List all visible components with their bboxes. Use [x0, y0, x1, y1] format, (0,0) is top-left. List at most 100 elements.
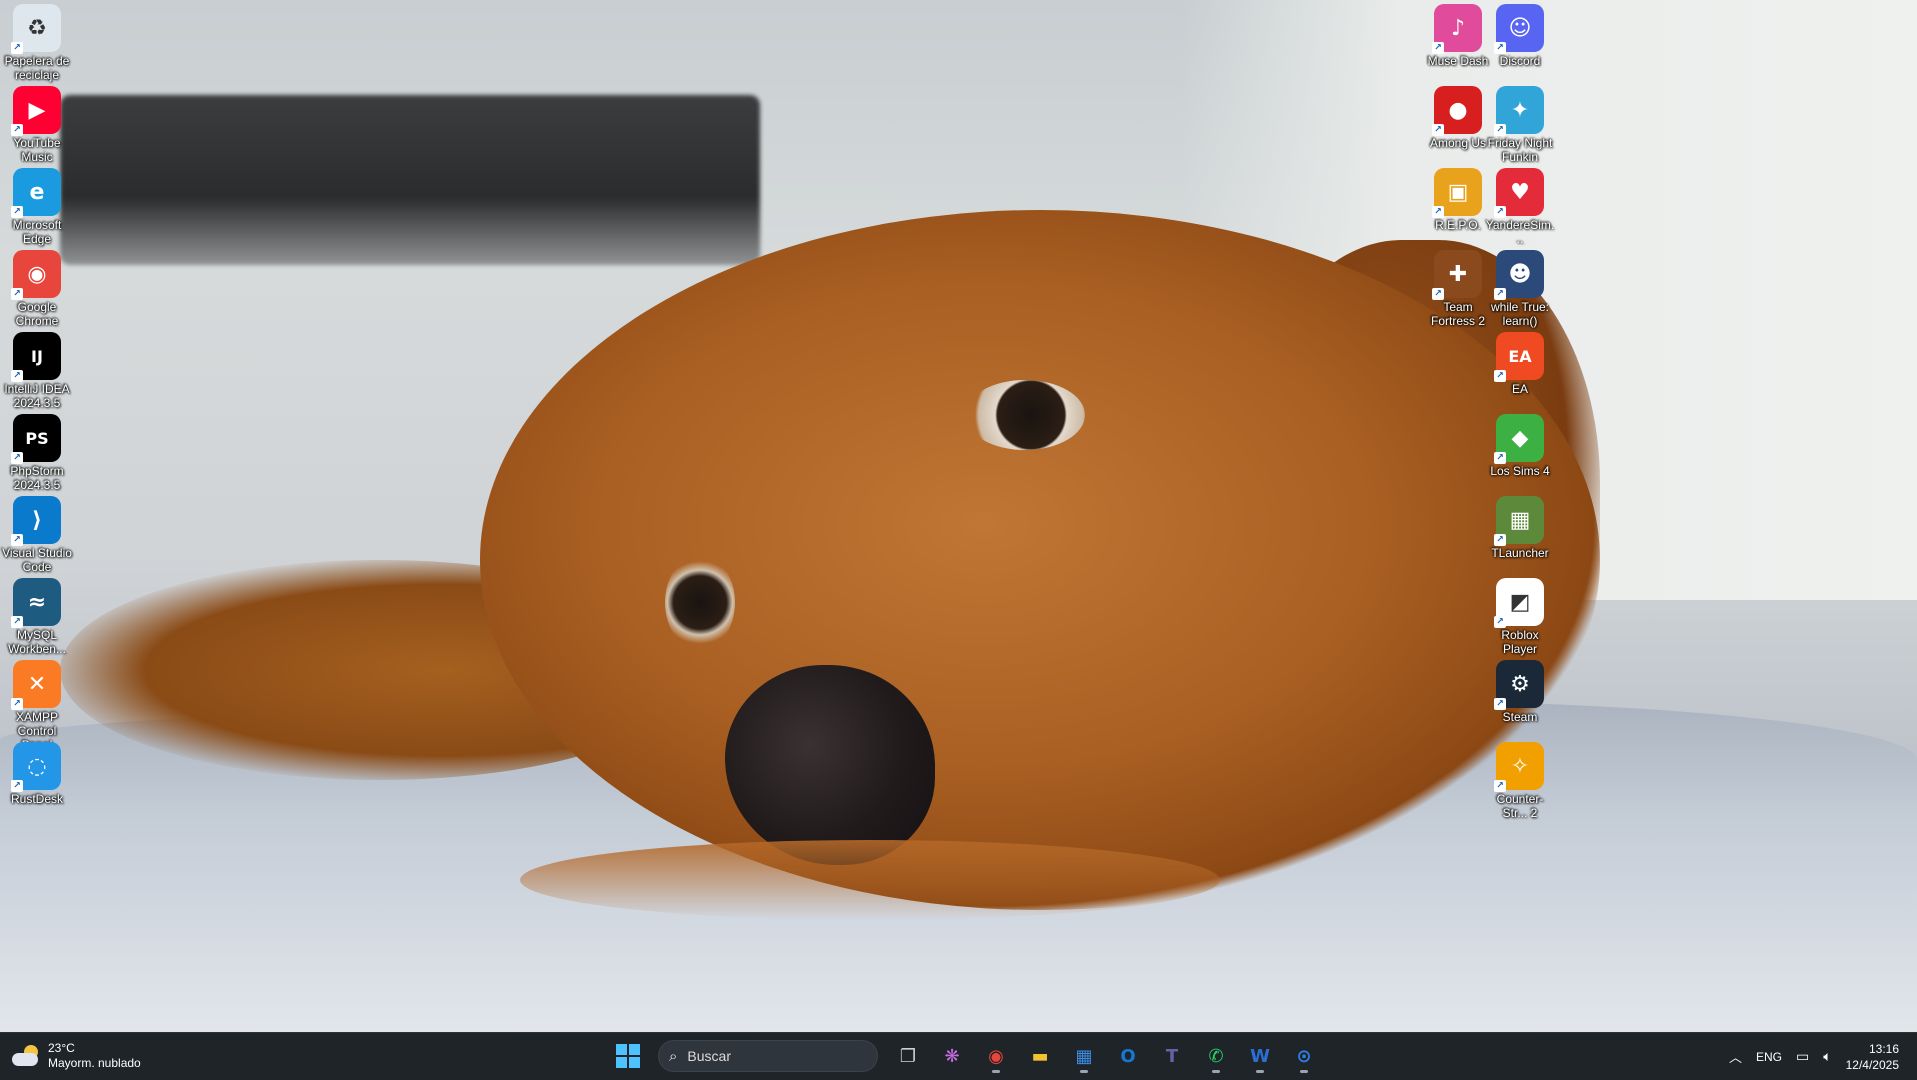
taskbar-app-button[interactable]: ✆ — [1198, 1038, 1234, 1074]
taskbar-app-button[interactable]: W — [1242, 1038, 1278, 1074]
running-indicator — [992, 1070, 1000, 1073]
desktop-shortcut[interactable]: IJ ↗ IntelliJ IDEA 2024.3.5 — [0, 328, 74, 410]
desktop-shortcut-label: while True: learn() — [1490, 300, 1550, 328]
taskbar-app-button[interactable]: ❋ — [934, 1038, 970, 1074]
desktop-shortcut-label: PhpStorm 2024.3.5 — [10, 464, 64, 492]
desktop-shortcut[interactable]: ☺ ↗ Discord — [1483, 0, 1557, 68]
clock-date: 12/4/2025 — [1845, 1057, 1899, 1072]
desktop-shortcut[interactable]: ◌ ↗ RustDesk — [0, 738, 74, 806]
taskbar: 23°C Mayorm. nublado ⌕ ❐ ❋ ◉ ▬ ▦ O T ✆ W ⊙ ︿ ENG … — [0, 1032, 1917, 1080]
network-icon[interactable]: ▭ — [1796, 1049, 1809, 1065]
shortcut-arrow-icon: ↗ — [11, 616, 23, 628]
muse-dash-icon: ♪ ↗ — [1432, 4, 1482, 54]
whatsapp-icon: ✆ — [1208, 1045, 1224, 1067]
chrome-taskbar-icon: ◉ — [988, 1045, 1004, 1067]
shortcut-arrow-icon: ↗ — [11, 698, 23, 710]
desktop-shortcut-label: IntelliJ IDEA 2024.3.5 — [4, 382, 70, 410]
running-indicator — [1256, 1070, 1264, 1073]
taskbar-app-button[interactable]: ◉ — [978, 1038, 1014, 1074]
desktop-shortcut[interactable]: ✧ ↗ Counter-Str... 2 — [1483, 738, 1557, 820]
weather-cloudy-icon — [12, 1045, 40, 1067]
phpstorm-icon: PS ↗ — [11, 414, 61, 464]
desktop-shortcut-label: Steam — [1502, 710, 1538, 724]
copilot-icon: ❋ — [944, 1045, 960, 1067]
discord-icon: ☺ ↗ — [1494, 4, 1544, 54]
desktop-shortcut[interactable]: ≈ ↗ MySQL Workben... — [0, 574, 74, 656]
shortcut-arrow-icon: ↗ — [1494, 288, 1506, 300]
pinned-apps: ❐ ❋ ◉ ▬ ▦ O T ✆ W ⊙ — [890, 1038, 1322, 1074]
weather-widget[interactable]: 23°C Mayorm. nublado — [12, 1041, 141, 1071]
taskbar-app-button[interactable]: O — [1110, 1038, 1146, 1074]
vscode-icon: ⟩ ↗ — [11, 496, 61, 546]
shortcut-arrow-icon: ↗ — [1494, 780, 1506, 792]
search-input[interactable] — [685, 1047, 840, 1065]
desktop-shortcut[interactable]: ♻ ↗ Papelera de reciclaje — [0, 0, 74, 82]
desktop-shortcut-label: Friday Night Funkin — [1487, 136, 1553, 164]
recycle-bin-icon: ♻ ↗ — [11, 4, 61, 54]
desktop-shortcut-label: Roblox Player — [1501, 628, 1539, 656]
desktop-shortcut[interactable]: ✦ ↗ Friday Night Funkin — [1483, 82, 1557, 164]
clock[interactable]: 13:16 12/4/2025 — [1846, 1041, 1899, 1073]
desktop-shortcut-label: Counter-Str... 2 — [1496, 792, 1544, 820]
file-explorer-icon: ▬ — [1031, 1045, 1049, 1067]
yandere-sim-icon: ♥ ↗ — [1494, 168, 1544, 218]
clock-time: 13:16 — [1868, 1041, 1899, 1056]
teams-icon: T — [1165, 1045, 1179, 1067]
volume-icon[interactable]: 🔈︎ — [1823, 1049, 1831, 1065]
shortcut-arrow-icon: ↗ — [11, 42, 23, 54]
weather-description: Mayorm. nublado — [48, 1056, 141, 1070]
desktop-shortcut[interactable]: ◉ ↗ Google Chrome — [0, 246, 74, 328]
shortcut-arrow-icon: ↗ — [1494, 206, 1506, 218]
sims4-icon: ◆ ↗ — [1494, 414, 1544, 464]
wallpaper-dog-fur — [520, 840, 1220, 920]
wallpaper-dog-eye — [665, 555, 735, 650]
ea-icon: EA ↗ — [1494, 332, 1544, 382]
shortcut-arrow-icon: ↗ — [11, 780, 23, 792]
desktop-shortcut[interactable]: ⟩ ↗ Visual Studio Code — [0, 492, 74, 574]
language-indicator[interactable]: ENG — [1756, 1050, 1782, 1064]
youtube-music-icon: ▶ ↗ — [11, 86, 61, 136]
desktop-shortcut[interactable]: ▶ ↗ YouTube Music — [0, 82, 74, 164]
system-tray: ︿ ENG ▭ 🔈︎ 13:16 12/4/2025 — [1729, 1033, 1899, 1080]
desktop-shortcut-label: Los Sims 4 — [1490, 464, 1550, 478]
wallpaper-dark-shelf — [60, 95, 760, 265]
taskbar-app-button[interactable]: ⊙ — [1286, 1038, 1322, 1074]
desktop-shortcut[interactable]: ◩ ↗ Roblox Player — [1483, 574, 1557, 656]
xampp-icon: ✕ ↗ — [11, 660, 61, 710]
taskbar-app-button[interactable]: ▦ — [1066, 1038, 1102, 1074]
chevron-up-icon[interactable]: ︿ — [1729, 1047, 1742, 1066]
start-button[interactable] — [610, 1038, 646, 1074]
desktop-shortcut[interactable]: ▦ ↗ TLauncher — [1483, 492, 1557, 560]
desktop-shortcut[interactable]: PS ↗ PhpStorm 2024.3.5 — [0, 410, 74, 492]
desktop-shortcut-label: Papelera de reciclaje — [4, 54, 70, 82]
counter-strike-icon: ✧ ↗ — [1494, 742, 1544, 792]
taskbar-search[interactable]: ⌕ — [658, 1040, 878, 1072]
desktop-shortcut-label: TLauncher — [1491, 546, 1549, 560]
desktop-shortcut-label: Visual Studio Code — [2, 546, 72, 574]
taskbar-app-button[interactable]: ❐ — [890, 1038, 926, 1074]
desktop-shortcut[interactable]: EA ↗ EA — [1483, 328, 1557, 396]
desktop-shortcut[interactable]: e ↗ Microsoft Edge — [0, 164, 74, 246]
shortcut-arrow-icon: ↗ — [1494, 698, 1506, 710]
desktop-shortcut-label: YandereSim... — [1485, 218, 1555, 246]
desktop-shortcut[interactable]: ◆ ↗ Los Sims 4 — [1483, 410, 1557, 478]
edge-icon: e ↗ — [11, 168, 61, 218]
shortcut-arrow-icon: ↗ — [1494, 42, 1506, 54]
shortcut-arrow-icon: ↗ — [11, 370, 23, 382]
taskbar-app-button[interactable]: ▬ — [1022, 1038, 1058, 1074]
shortcut-arrow-icon: ↗ — [11, 288, 23, 300]
desktop-shortcut[interactable]: ⚙ ↗ Steam — [1483, 656, 1557, 724]
search-icon: ⌕ — [669, 1047, 678, 1065]
desktop-shortcut[interactable]: ☻ ↗ while True: learn() — [1483, 246, 1557, 328]
running-indicator — [1212, 1070, 1220, 1073]
taskbar-app-button[interactable]: T — [1154, 1038, 1190, 1074]
outlook-icon: O — [1120, 1045, 1136, 1067]
shortcut-arrow-icon: ↗ — [1494, 124, 1506, 136]
desktop-shortcut[interactable]: ♥ ↗ YandereSim... — [1483, 164, 1557, 246]
mysql-workbench-icon: ≈ ↗ — [11, 578, 61, 628]
desktop-shortcut-label: Microsoft Edge — [12, 218, 62, 246]
desktop-shortcut-label: Discord — [1499, 54, 1541, 68]
repo-icon: ▣ ↗ — [1432, 168, 1482, 218]
desktop-shortcut-label: YouTube Music — [13, 136, 61, 164]
while-true-learn-icon: ☻ ↗ — [1494, 250, 1544, 300]
